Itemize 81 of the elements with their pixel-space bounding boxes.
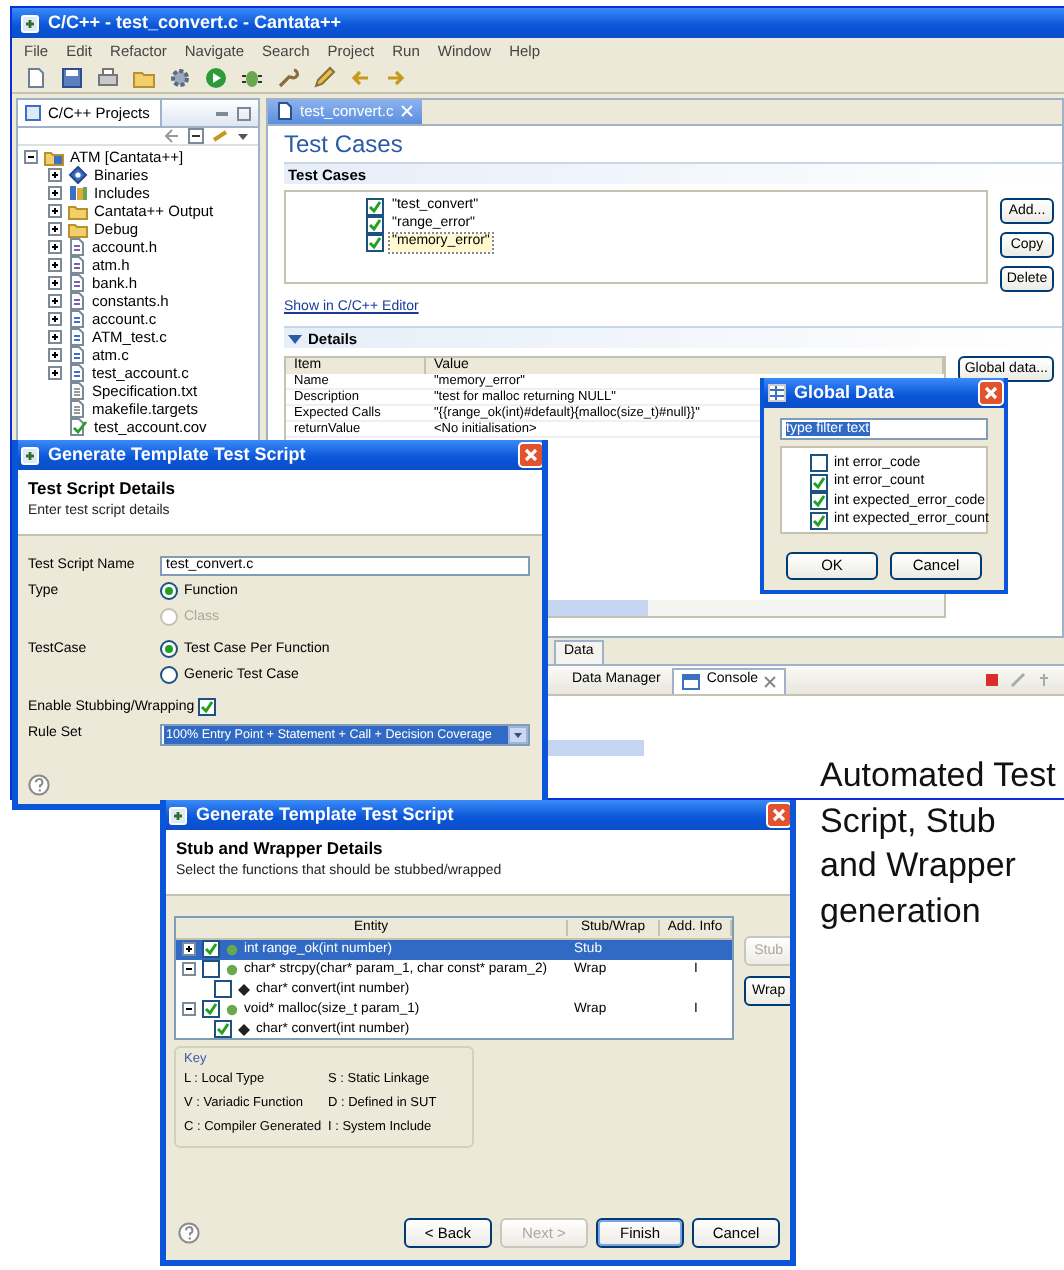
- play-icon[interactable]: [204, 66, 228, 90]
- dot-icon: [226, 963, 238, 976]
- expand-icon[interactable]: [48, 258, 62, 272]
- save-icon[interactable]: [60, 66, 84, 90]
- checkbox[interactable]: [198, 698, 217, 717]
- expand-icon[interactable]: [48, 276, 62, 290]
- file-icon: [68, 328, 86, 346]
- window-icon: [168, 805, 188, 825]
- expand-icon[interactable]: [48, 294, 62, 308]
- projects-icon: [24, 104, 42, 122]
- stop-icon[interactable]: [984, 672, 1000, 688]
- window-icon: [20, 13, 40, 33]
- pencil-icon[interactable]: [312, 66, 336, 90]
- checkbox[interactable]: [214, 980, 232, 999]
- checkbox[interactable]: [202, 960, 220, 979]
- diamond-icon: [238, 1023, 250, 1036]
- caret-down-icon[interactable]: [288, 331, 302, 346]
- console-icon: [682, 673, 701, 689]
- caption: Automated Test Script, Stub and Wrapper generation: [820, 754, 1056, 933]
- checkbox[interactable]: [214, 1020, 232, 1039]
- file-icon: [68, 310, 86, 328]
- help-icon[interactable]: [28, 774, 50, 796]
- expand-icon[interactable]: [48, 330, 62, 344]
- gear-icon[interactable]: [168, 66, 192, 90]
- expand-icon[interactable]: [48, 312, 62, 326]
- checkbox[interactable]: [810, 454, 828, 473]
- expand-icon[interactable]: [48, 168, 62, 182]
- new-file-icon[interactable]: [24, 66, 48, 90]
- file-check-icon: [68, 418, 88, 436]
- file-icon: [68, 274, 86, 292]
- file-icon: [68, 364, 86, 382]
- dialog-title: Generate Template Test Script: [48, 444, 308, 466]
- collapse-icon[interactable]: [182, 962, 196, 977]
- expand-icon[interactable]: [48, 186, 62, 200]
- table-icon: [768, 384, 786, 402]
- checkbox[interactable]: [810, 492, 828, 511]
- checkbox[interactable]: [810, 511, 828, 530]
- dialog-heading: Test Script Details: [28, 478, 178, 499]
- checkbox[interactable]: [366, 198, 384, 216]
- dot-icon: [226, 943, 238, 956]
- expand-icon[interactable]: [48, 204, 62, 218]
- expand-icon[interactable]: [48, 240, 62, 254]
- text-file-icon: [68, 382, 86, 400]
- text-file-icon: [68, 400, 86, 418]
- file-icon: [68, 256, 86, 274]
- checkbox[interactable]: [202, 940, 220, 959]
- close-icon[interactable]: [764, 675, 777, 687]
- diamond-icon: [68, 166, 88, 184]
- expand-icon[interactable]: [48, 366, 62, 380]
- dialog-title: Generate Template Test Script: [196, 804, 456, 826]
- radio-button[interactable]: [160, 640, 178, 659]
- checkbox[interactable]: [366, 234, 384, 252]
- file-icon: [68, 292, 86, 310]
- radio-button[interactable]: [160, 666, 178, 685]
- maximize-icon[interactable]: [236, 105, 252, 121]
- file-icon: [68, 238, 86, 256]
- collapse-all-icon[interactable]: [188, 128, 204, 144]
- checkbox[interactable]: [366, 216, 384, 234]
- radio-button[interactable]: [160, 582, 178, 601]
- books-icon: [68, 184, 88, 202]
- diamond-icon: [238, 983, 250, 996]
- file-icon: [68, 346, 86, 364]
- expand-icon[interactable]: [182, 942, 196, 957]
- window-icon: [20, 445, 40, 465]
- dot-icon: [226, 1003, 238, 1016]
- checkbox[interactable]: [202, 1000, 220, 1019]
- window-title: C/C++ - test_convert.c - Cantata++: [48, 12, 344, 34]
- caret-down-icon[interactable]: [508, 725, 528, 744]
- wrench-icon[interactable]: [276, 66, 300, 90]
- collapse-icon[interactable]: [182, 1002, 196, 1017]
- collapse-icon[interactable]: [24, 150, 38, 164]
- project-folder-icon: [44, 148, 64, 166]
- page-heading: Test Cases: [284, 128, 405, 162]
- dialog-heading: Stub and Wrapper Details: [176, 838, 385, 859]
- printer-icon[interactable]: [96, 66, 120, 90]
- back-icon[interactable]: [164, 128, 180, 144]
- bug-icon[interactable]: [240, 66, 264, 90]
- expand-icon[interactable]: [48, 222, 62, 236]
- expand-icon[interactable]: [48, 348, 62, 362]
- checkbox[interactable]: [810, 473, 828, 492]
- help-icon[interactable]: [178, 1221, 200, 1244]
